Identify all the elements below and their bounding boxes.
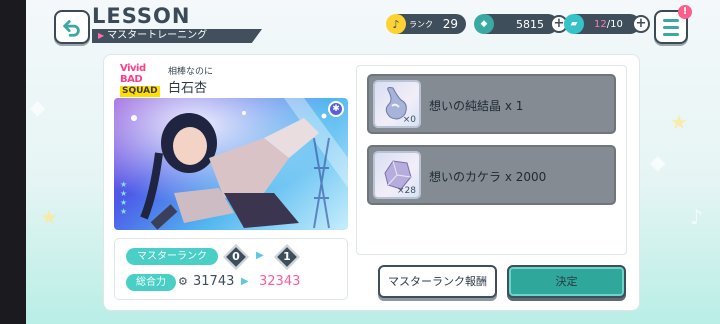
item-name: 想いの純結晶 x 1 <box>429 99 524 113</box>
power-to-value: 32343 <box>259 274 301 289</box>
card-illustration[interactable] <box>114 98 348 230</box>
item-owned-count: ×28 <box>397 186 416 196</box>
power-arrow-icon: ▶ <box>241 276 249 287</box>
triangle-icon: ▶ <box>98 31 105 40</box>
unit-logo-line2: SQUAD <box>120 86 160 97</box>
master-rank-label: マスターランク <box>126 248 218 265</box>
notification-badge: ! <box>678 5 692 19</box>
add-ticket-button[interactable]: + <box>632 15 650 33</box>
power-label: 総合力 <box>126 274 176 291</box>
bg-diamond-icon: ◆ <box>650 150 666 174</box>
ticket-value: 12/10 <box>594 19 623 30</box>
rank-to-value: 1 <box>283 250 291 263</box>
gem-value: 5815 <box>516 17 544 31</box>
ticket-icon: ▰ <box>564 14 584 34</box>
stats-box: マスターランク 0 ▶ 1 総合力 ⚙ 31743 ▶ 32343 <box>114 238 348 300</box>
back-arrow-icon <box>63 20 80 37</box>
hamburger-line <box>663 18 679 22</box>
bg-diamond-icon: ◆ <box>30 95 46 119</box>
rank-arrow-icon: ▶ <box>256 250 264 261</box>
unit-logo: Vivid BAD SQUAD <box>120 63 164 97</box>
hamburger-line <box>663 32 679 36</box>
card-subtitle: 相棒なのに <box>168 67 214 77</box>
ticket-pill: ▰ 12/10 + <box>564 14 650 34</box>
page-header: LESSON ▶ マスタートレーニング <box>92 4 262 43</box>
item-row[interactable]: ×0 想いの純結晶 x 1 <box>367 74 616 134</box>
character-name: 白石杏 <box>168 81 208 96</box>
rank-from-value: 0 <box>232 250 240 263</box>
card-attribute-badge: ✱ <box>328 101 344 117</box>
bg-star-icon: ★ <box>40 205 58 229</box>
crystal-shard-icon: ×28 <box>373 151 421 199</box>
back-button[interactable] <box>54 10 90 44</box>
item-row[interactable]: ×28 想いのカケラ x 2000 <box>367 145 616 205</box>
crystal-drop-icon: ×0 <box>373 80 421 128</box>
page-subtitle: ▶ マスタートレーニング <box>92 29 262 43</box>
page-subtitle-text: マスタートレーニング <box>107 30 208 41</box>
card-illustration-image <box>114 98 348 230</box>
page-title: LESSON <box>92 4 191 28</box>
hamburger-line <box>663 25 679 29</box>
confirm-button[interactable]: 決定 <box>507 265 626 298</box>
rarity-stars: ★ ★ ★ ★ <box>120 180 128 216</box>
item-name: 想いのカケラ x 2000 <box>429 170 547 184</box>
player-rank-pill: ♪ ランク 29 <box>386 14 466 34</box>
ticket-max: /10 <box>606 18 623 30</box>
rank-label: ランク <box>409 19 433 29</box>
power-icon: ⚙ <box>178 275 188 288</box>
item-owned-count: ×0 <box>402 115 416 125</box>
unit-logo-line1: Vivid BAD <box>120 63 146 85</box>
master-rank-reward-button[interactable]: マスターランク報酬 <box>378 265 497 298</box>
power-from-value: 31743 <box>193 274 235 289</box>
music-note-icon: ♪ <box>386 14 406 34</box>
rank-value: 29 <box>442 17 458 31</box>
left-edge-strip <box>0 0 26 324</box>
gem-icon: ◆ <box>474 14 494 34</box>
bg-note-icon: ♪ <box>690 205 703 229</box>
menu-button[interactable]: ! <box>654 5 692 44</box>
gem-pill: ◆ 5815 + <box>474 14 568 34</box>
ticket-current: 12 <box>594 18 607 30</box>
bg-star-icon: ★ <box>670 110 688 134</box>
